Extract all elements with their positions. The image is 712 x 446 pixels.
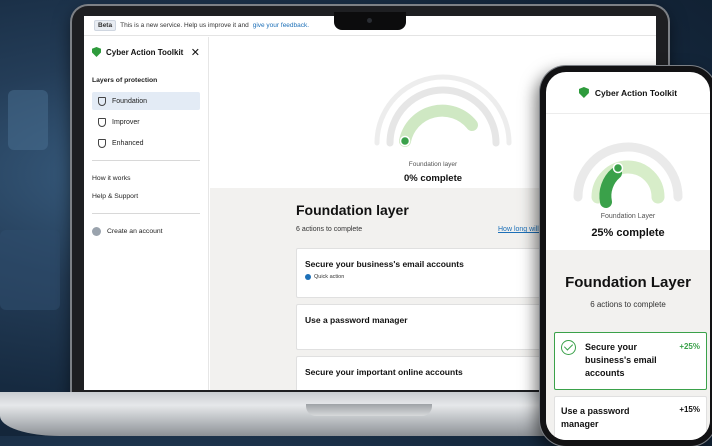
card-badge: +15% (679, 405, 700, 414)
sidebar-header: Cyber Action Toolkit ✕ (92, 37, 200, 67)
shield-outline-icon (98, 117, 106, 127)
camera-notch (334, 12, 406, 30)
shield-icon (578, 87, 589, 98)
gauge-indicator (399, 135, 411, 147)
help-support-link[interactable]: Help & Support (92, 187, 200, 205)
gauge-indicator (612, 162, 624, 174)
sidebar-item-improver[interactable]: Improver (92, 113, 200, 131)
laptop-lip (306, 404, 432, 416)
beta-text: This is a new service. Help us improve i… (120, 22, 249, 29)
how-it-works-link[interactable]: How it works (92, 169, 200, 187)
phone-progress-gauge: Foundation Layer 25% complete (546, 115, 710, 250)
background-blur (0, 230, 60, 310)
sidebar-item-enhanced[interactable]: Enhanced (92, 134, 200, 152)
create-account-link[interactable]: Create an account (92, 222, 200, 240)
card-badge: +25% (679, 342, 700, 351)
phone-action-card-email[interactable]: Secure your business's email accounts +2… (554, 332, 707, 390)
how-long-link[interactable]: How long will t (498, 226, 543, 233)
sidebar-item-label: Foundation (112, 97, 148, 105)
shield-outline-icon (98, 96, 106, 106)
clock-icon (305, 274, 311, 280)
check-circle-icon (561, 340, 576, 355)
beta-tag: Beta (94, 20, 117, 31)
phone-foundation-subtitle: 6 actions to complete (590, 300, 666, 309)
sidebar-item-label: Enhanced (112, 139, 144, 147)
card-title: Use a password manager (561, 406, 630, 429)
create-account-label: Create an account (107, 227, 163, 235)
layers-heading: Layers of protection (92, 77, 158, 84)
phone-action-card-password[interactable]: Use a password manager +15% (554, 396, 707, 440)
user-icon (92, 226, 101, 236)
close-icon[interactable]: ✕ (191, 46, 200, 59)
shield-outline-icon (98, 138, 106, 148)
phone-foundation-section: Foundation Layer 6 actions to complete S… (546, 250, 710, 440)
sidebar-item-label: Improver (112, 118, 140, 126)
phone-screen: Cyber Action Toolkit Foundation Layer 25… (546, 72, 710, 440)
quick-action-label: Quick action (314, 274, 345, 280)
phone-gauge-percent: 25% complete (591, 227, 665, 239)
shield-icon (92, 47, 101, 57)
foundation-subtitle: 6 actions to complete (296, 226, 363, 233)
gauge-progress-arc (599, 167, 622, 208)
sidebar-item-foundation[interactable]: Foundation (92, 92, 200, 110)
divider (92, 160, 200, 161)
phone-frame: Cyber Action Toolkit Foundation Layer 25… (540, 66, 712, 446)
sidebar: Cyber Action Toolkit ✕ Layers of protect… (84, 37, 209, 390)
card-title: Secure your business's email accounts (585, 342, 657, 378)
phone-foundation-title: Foundation Layer (565, 274, 691, 291)
sidebar-title: Cyber Action Toolkit (106, 47, 184, 57)
phone-header: Cyber Action Toolkit (546, 72, 710, 114)
divider (92, 213, 200, 214)
gauge-track-arc (399, 104, 478, 147)
phone-header-title: Cyber Action Toolkit (594, 87, 678, 98)
background-blur (8, 90, 48, 150)
phone-gauge-label: Foundation Layer (600, 213, 656, 220)
feedback-link[interactable]: give your feedback. (253, 22, 309, 29)
foundation-title: Foundation layer (296, 202, 409, 218)
